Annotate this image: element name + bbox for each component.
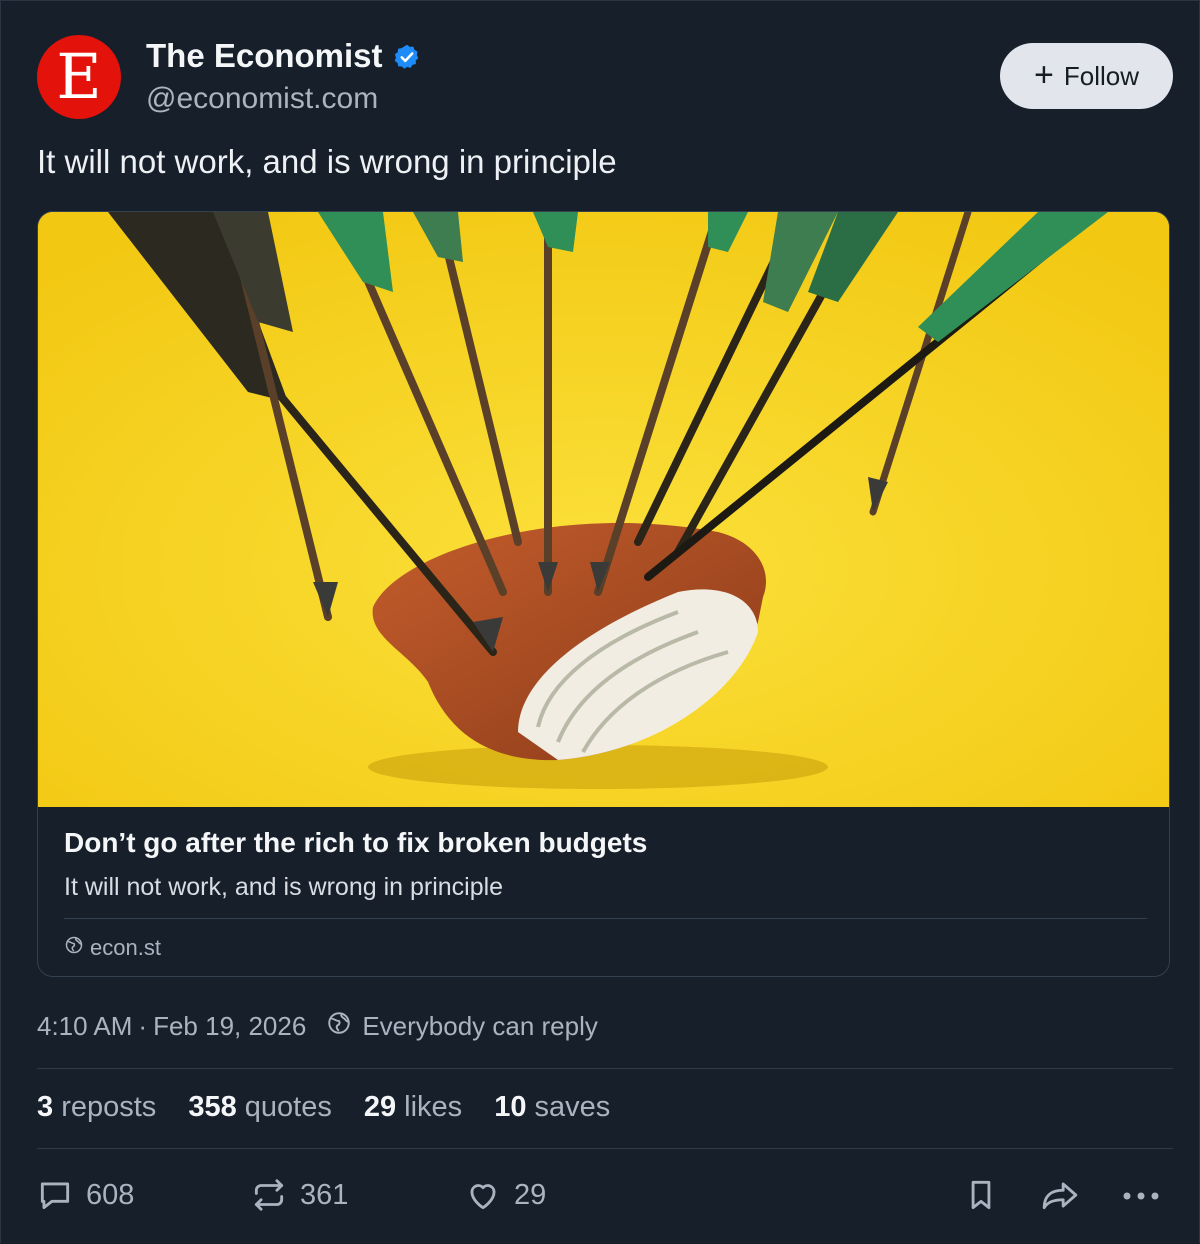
author-handle[interactable]: @economist.com	[146, 82, 378, 116]
bookmark-icon	[962, 1176, 1000, 1214]
follow-label: Follow	[1063, 60, 1139, 91]
author-name-row: The Economist	[146, 37, 421, 75]
link-card[interactable]: Don’t go after the rich to fix broken bu…	[37, 211, 1170, 977]
quotes-count: 358	[188, 1091, 237, 1123]
repost-count: 361	[300, 1178, 349, 1211]
heart-icon	[464, 1176, 502, 1214]
follow-button[interactable]: + Follow	[1000, 43, 1173, 109]
reposts-stat[interactable]: 3 reposts	[37, 1091, 156, 1124]
post-meta: 4:10 AM · Feb 19, 2026 Everybody can rep…	[37, 1010, 598, 1043]
saves-stat[interactable]: 10 saves	[494, 1091, 610, 1124]
like-button[interactable]: 29	[464, 1176, 546, 1214]
like-count: 29	[514, 1178, 547, 1211]
quotes-stat[interactable]: 358 quotes	[188, 1091, 332, 1124]
saves-label: saves	[534, 1091, 611, 1123]
likes-label: likes	[404, 1091, 463, 1123]
divider	[37, 1148, 1173, 1149]
globe-icon	[64, 935, 84, 961]
share-icon	[1038, 1176, 1082, 1214]
action-bar: 608 361 29	[0, 1176, 1200, 1220]
link-card-divider	[64, 918, 1147, 919]
divider	[37, 1068, 1173, 1069]
post-time[interactable]: 4:10 AM	[37, 1011, 132, 1042]
saves-count: 10	[494, 1091, 527, 1123]
post-date[interactable]: Feb 19, 2026	[153, 1011, 306, 1042]
reply-button[interactable]: 608	[36, 1176, 134, 1214]
bookmark-button[interactable]	[962, 1176, 1000, 1214]
post-text: It will not work, and is wrong in princi…	[37, 143, 617, 180]
link-card-description: It will not work, and is wrong in princi…	[64, 873, 504, 901]
reply-setting[interactable]: Everybody can reply	[326, 1010, 598, 1043]
repost-button[interactable]: 361	[250, 1176, 348, 1214]
likes-count: 29	[363, 1091, 397, 1123]
link-card-title: Don’t go after the rich to fix broken bu…	[64, 827, 648, 858]
plus-icon: +	[1034, 55, 1054, 94]
meta-separator: ·	[138, 1011, 148, 1041]
reply-setting-label: Everybody can reply	[362, 1011, 598, 1041]
author-name[interactable]: The Economist	[146, 37, 383, 75]
link-card-image	[38, 212, 1169, 807]
verified-badge-icon	[393, 43, 421, 71]
reposts-count: 3	[37, 1091, 54, 1123]
share-button[interactable]	[1038, 1176, 1082, 1214]
ellipsis-icon	[1120, 1176, 1162, 1214]
quotes-label: quotes	[244, 1091, 332, 1123]
link-card-domain-text: econ.st	[90, 935, 161, 960]
reposts-label: reposts	[61, 1091, 157, 1123]
globe-icon	[326, 1010, 352, 1043]
more-options-button[interactable]	[1120, 1176, 1162, 1214]
repost-icon	[250, 1176, 288, 1214]
link-card-domain: econ.st	[64, 935, 161, 961]
reply-count: 608	[86, 1178, 135, 1211]
avatar[interactable]: E	[37, 35, 121, 119]
engagement-stats: 3 reposts 358 quotes 29 likes 10 saves	[37, 1091, 610, 1124]
likes-stat[interactable]: 29 likes	[364, 1091, 462, 1124]
reply-icon	[36, 1176, 74, 1214]
